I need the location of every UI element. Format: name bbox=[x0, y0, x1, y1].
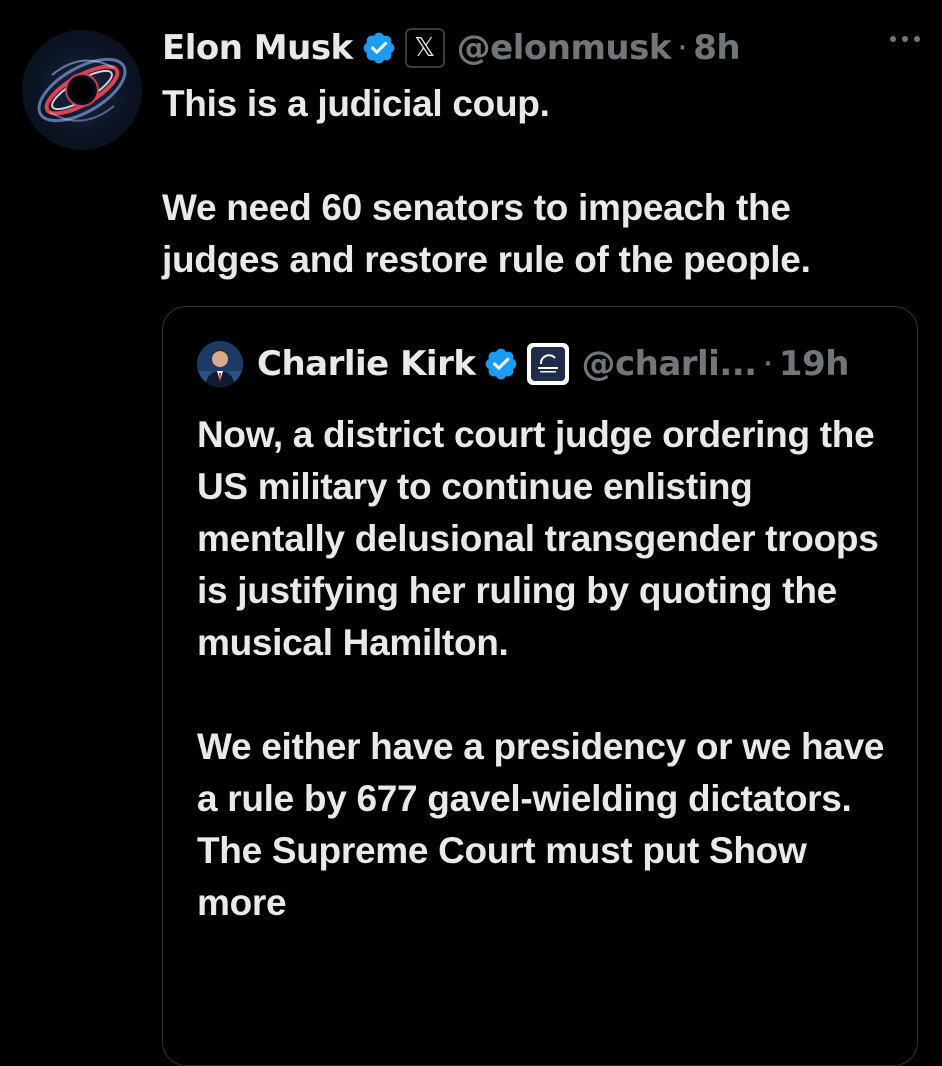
quoted-tweet-paragraph: Now, a district court judge ordering the… bbox=[197, 414, 879, 663]
separator-dot: · bbox=[762, 344, 774, 384]
quoted-author-name[interactable]: Charlie Kirk bbox=[257, 344, 476, 384]
tweet-header: Elon Musk 𝕏 @elonmusk · 8h bbox=[162, 24, 741, 72]
more-dot bbox=[914, 36, 920, 42]
author-name[interactable]: Elon Musk bbox=[162, 28, 353, 68]
author-avatar[interactable] bbox=[22, 30, 142, 150]
quoted-tweet[interactable]: Charlie Kirk @charli... · 19h Now, a dis… bbox=[162, 306, 918, 1066]
affiliate-badge-icon[interactable] bbox=[527, 343, 570, 385]
quoted-tweet-paragraph[interactable]: We either have a presidency or we have a… bbox=[197, 721, 897, 929]
tweet-timestamp[interactable]: 8h bbox=[693, 28, 740, 68]
quoted-tweet-timestamp[interactable]: 19h bbox=[779, 344, 850, 384]
affiliate-logo-icon bbox=[531, 347, 566, 381]
quoted-tweet-text: Now, a district court judge ordering the… bbox=[197, 409, 897, 929]
tweet-paragraph: This is a judicial coup. bbox=[162, 83, 550, 124]
tweet-text: This is a judicial coup. We need 60 sena… bbox=[162, 78, 912, 286]
more-options-icon[interactable] bbox=[890, 36, 920, 42]
author-handle[interactable]: @elonmusk bbox=[457, 28, 672, 68]
verified-badge-icon[interactable] bbox=[361, 30, 397, 66]
tweet-paragraph: We need 60 senators to impeach the judge… bbox=[162, 187, 811, 280]
verified-badge-icon[interactable] bbox=[483, 346, 519, 382]
more-dot bbox=[902, 36, 908, 42]
separator-dot: · bbox=[676, 28, 688, 68]
quoted-author-avatar[interactable] bbox=[197, 341, 243, 387]
x-logo-icon[interactable]: 𝕏 bbox=[404, 28, 445, 68]
quoted-tweet-header: Charlie Kirk @charli... · 19h bbox=[197, 339, 849, 389]
quoted-author-handle[interactable]: @charli... bbox=[581, 344, 757, 384]
tweet[interactable]: Elon Musk 𝕏 @elonmusk · 8h This is a jud… bbox=[0, 0, 942, 1066]
more-dot bbox=[890, 36, 896, 42]
